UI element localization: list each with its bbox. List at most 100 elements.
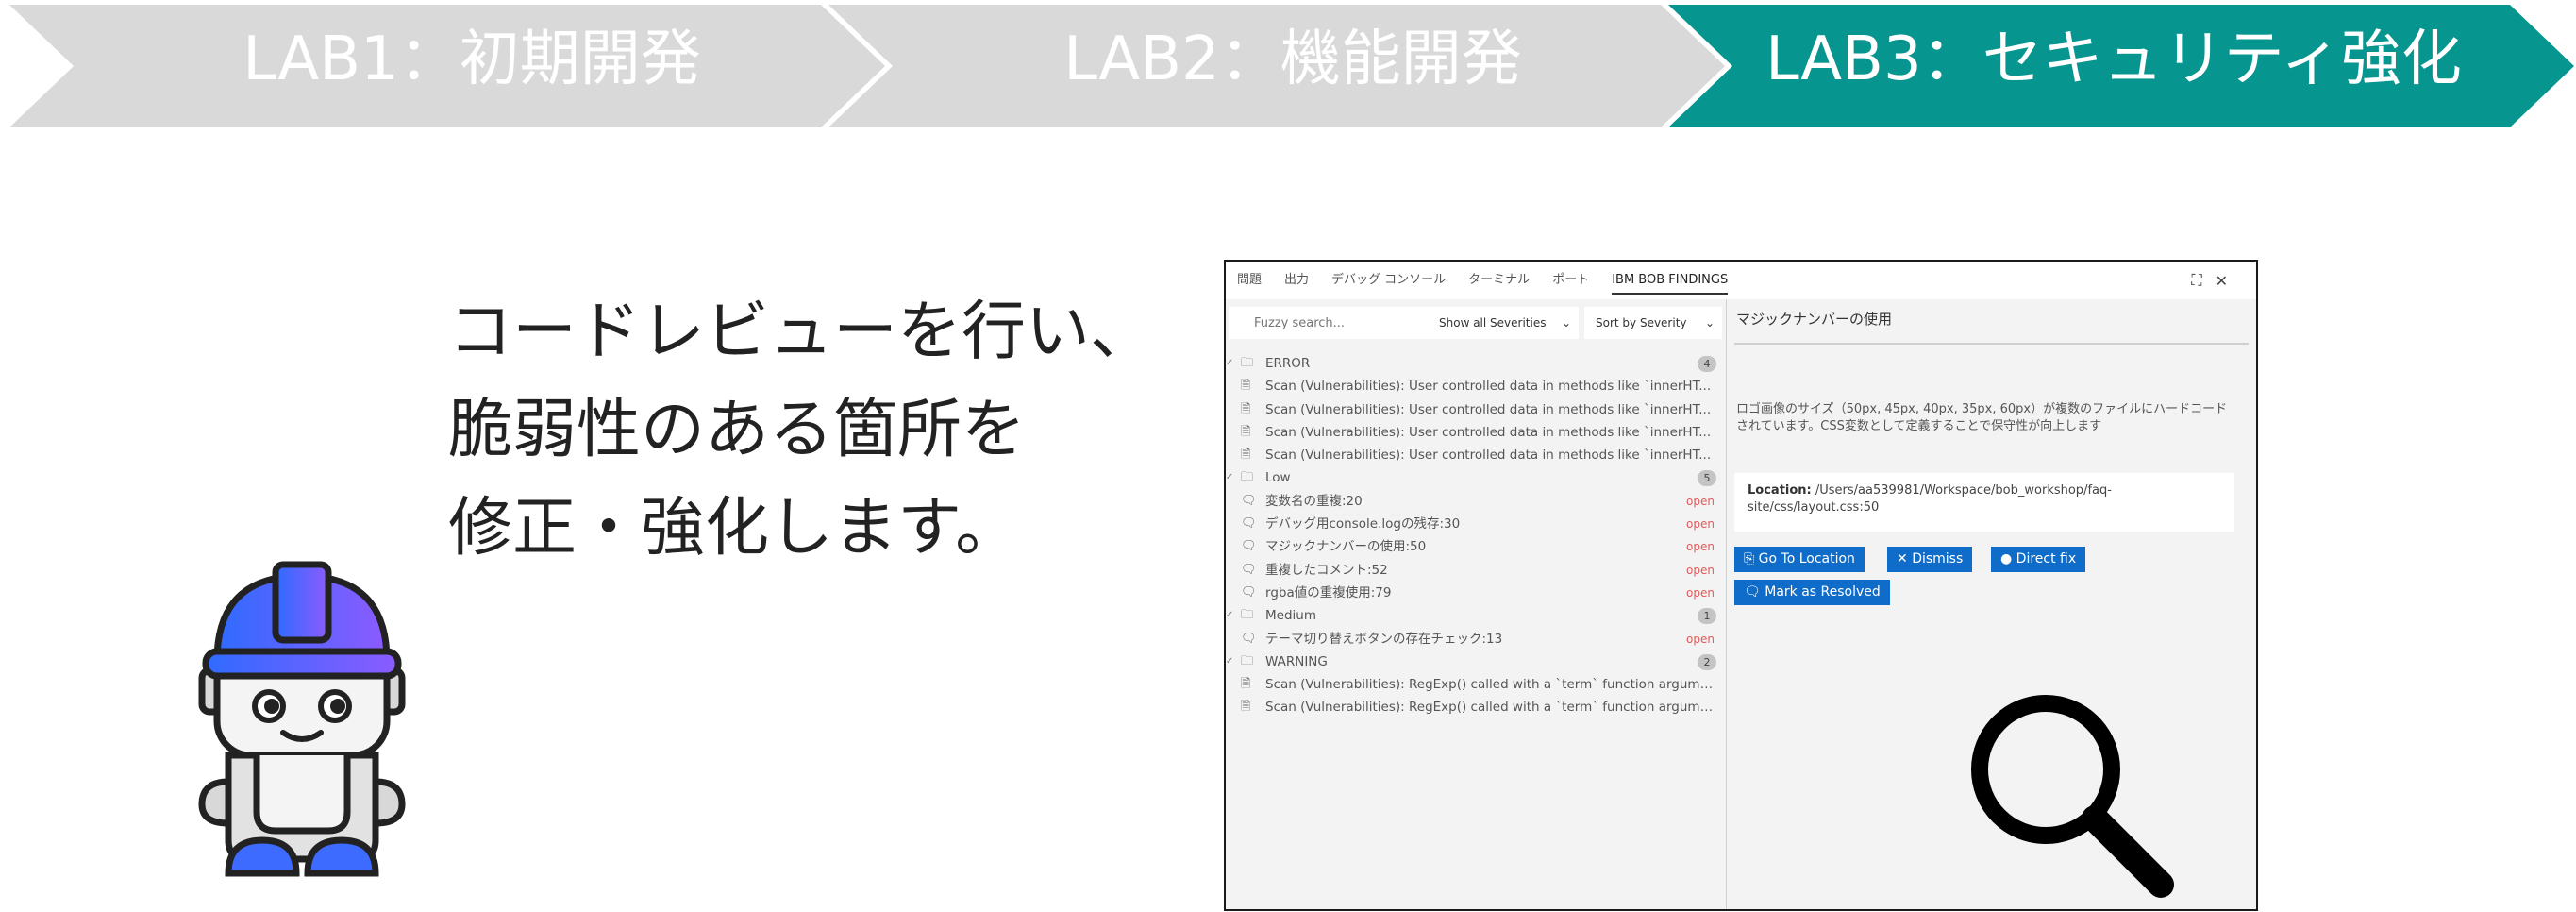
finding-item[interactable]: 🗨 デバッグ用console.logの残存:30 open <box>1226 513 1726 535</box>
finding-item[interactable]: 🗎 Scan (Vulnerabilities): RegExp() calle… <box>1226 696 1726 718</box>
close-icon[interactable]: ✕ <box>2216 272 2228 290</box>
robot-mascot-illustration <box>198 561 406 877</box>
tab-problems[interactable]: 問題 <box>1226 262 1273 299</box>
finding-location-box: Location: /Users/aa539981/Workspace/bob_… <box>1734 473 2234 532</box>
chevron-down-icon: ✓ <box>1226 358 1234 368</box>
group-warning[interactable]: ✓ 🗀 WARNING 2 <box>1226 650 1726 673</box>
findings-filters: ⚲ Show all Severities ⌄ Sort by Severity… <box>1226 307 1726 339</box>
sort-filter-select[interactable]: Sort by Severity ⌄ <box>1584 307 1722 339</box>
finding-item[interactable]: 🗎 Scan (Vulnerabilities): User controlle… <box>1226 375 1726 397</box>
step-3-label: LAB3：セキュリティ強化 <box>1765 25 2462 94</box>
lab-steps-banner: LAB1：初期開発 LAB2：機能開発 LAB3：セキュリティ強化 <box>0 0 2576 132</box>
chevron-down-icon: ✓ <box>1226 655 1234 667</box>
tab-debug-console[interactable]: デバッグ コンソール <box>1320 262 1457 299</box>
intro-line-2: 脆弱性のある箇所を <box>448 393 1027 467</box>
step-1-label: LAB1：初期開発 <box>243 25 701 94</box>
comment-icon: 🗨 <box>1241 631 1257 646</box>
finding-item[interactable]: 🗎 Scan (Vulnerabilities): User controlle… <box>1226 421 1726 444</box>
group-medium[interactable]: ✓ 🗀 Medium 1 <box>1226 604 1726 627</box>
comment-icon: 🗨 <box>1241 584 1257 600</box>
group-label: Low <box>1265 470 1291 486</box>
mark-resolved-button[interactable]: 🗨 Mark as Resolved <box>1734 580 1890 605</box>
finding-detail-title: マジックナンバーの使用 <box>1736 311 1893 328</box>
finding-text: デバッグ用console.logの残存:30 <box>1265 516 1461 532</box>
file-scan-icon: 🗎 <box>1241 379 1251 394</box>
group-label: WARNING <box>1265 653 1328 669</box>
finding-text: Scan (Vulnerabilities): User controlled … <box>1265 379 1712 395</box>
tab-output[interactable]: 出力 <box>1273 262 1320 299</box>
finding-text: Scan (Vulnerabilities): User controlled … <box>1265 424 1712 440</box>
group-label: ERROR <box>1265 356 1311 371</box>
location-label: Location: <box>1748 483 1812 498</box>
group-low[interactable]: ✓ 🗀 Low 5 <box>1226 466 1726 489</box>
intro-line-1: コードレビューを行い、 <box>448 295 1155 369</box>
tab-terminal[interactable]: ターミナル <box>1457 262 1541 299</box>
status-open: open <box>1686 494 1715 508</box>
folder-icon: 🗀 <box>1241 470 1254 485</box>
tab-ibm-bob-findings-label: IBM BOB FINDINGS <box>1612 273 1729 295</box>
comment-icon: 🗨 <box>1241 539 1257 554</box>
group-count-badge: 4 <box>1698 356 1716 372</box>
tab-ibm-bob-findings[interactable]: IBM BOB FINDINGS <box>1600 262 1739 299</box>
folder-icon: 🗀 <box>1241 653 1254 668</box>
go-to-location-label: Go To Location <box>1758 551 1855 566</box>
finding-text: 変数名の重複:20 <box>1265 493 1363 509</box>
group-count-badge: 1 <box>1698 608 1716 625</box>
maximize-icon[interactable]: ⛶ <box>2191 271 2201 290</box>
status-open: open <box>1686 563 1715 577</box>
finding-item[interactable]: 🗨 rgba値の重複使用:79 open <box>1226 582 1726 604</box>
chevron-down-icon: ✓ <box>1226 472 1234 483</box>
chevron-down-icon: ⌄ <box>1704 316 1715 329</box>
finding-item[interactable]: 🗨 マジックナンバーの使用:50 open <box>1226 535 1726 558</box>
findings-tree: ✓ 🗀 ERROR 4 🗎 Scan (Vulnerabilities): Us… <box>1226 352 1726 719</box>
finding-item[interactable]: 🗨 変数名の重複:20 open <box>1226 490 1726 513</box>
group-count-badge: 2 <box>1698 653 1716 670</box>
folder-icon: 🗀 <box>1241 356 1254 370</box>
finding-item[interactable]: 🗎 Scan (Vulnerabilities): User controlle… <box>1226 398 1726 421</box>
direct-fix-button[interactable]: ● Direct fix <box>1991 547 2086 572</box>
finding-item[interactable]: 🗎 Scan (Vulnerabilities): RegExp() calle… <box>1226 673 1726 696</box>
comment-icon: 🗨 <box>1744 584 1765 600</box>
group-label: Medium <box>1265 608 1316 624</box>
severity-filter-select[interactable]: Show all Severities ⌄ <box>1428 307 1579 339</box>
finding-item[interactable]: 🗎 Scan (Vulnerabilities): User controlle… <box>1226 444 1726 466</box>
tab-ports[interactable]: ポート <box>1541 262 1600 299</box>
findings-list-pane: ⚲ Show all Severities ⌄ Sort by Severity… <box>1226 299 1727 909</box>
file-scan-icon: 🗎 <box>1241 401 1251 416</box>
finding-item[interactable]: 🗨 重複したコメント:52 open <box>1226 559 1726 582</box>
intro-text: コードレビューを行い、 脆弱性のある箇所を 修正・強化します。 <box>448 283 1184 578</box>
wrench-icon: ● <box>2000 551 2016 566</box>
finding-detail-description: ロゴ画像のサイズ（50px, 45px, 40px, 35px, 60px）が複… <box>1736 402 2228 433</box>
finding-text: テーマ切り替えボタンの存在チェック:13 <box>1265 631 1503 647</box>
close-icon: ✕ <box>1897 551 1913 566</box>
sort-filter-value: Sort by Severity <box>1596 316 1687 329</box>
file-scan-icon: 🗎 <box>1241 700 1251 715</box>
comment-icon: 🗨 <box>1241 516 1257 532</box>
dismiss-button[interactable]: ✕ Dismiss <box>1887 547 1973 572</box>
divider <box>1734 343 2249 345</box>
location-icon: ⎘ <box>1744 551 1759 566</box>
comment-icon: 🗨 <box>1241 562 1257 577</box>
folder-icon: 🗀 <box>1241 608 1254 623</box>
panel-actions: ⛶ ✕ <box>2191 262 2228 299</box>
finding-text: Scan (Vulnerabilities): User controlled … <box>1265 401 1712 417</box>
status-open: open <box>1686 632 1715 646</box>
finding-text: Scan (Vulnerabilities): RegExp() called … <box>1265 677 1718 693</box>
go-to-location-button[interactable]: ⎘ Go To Location <box>1734 547 1865 572</box>
finding-text: Scan (Vulnerabilities): RegExp() called … <box>1265 700 1718 716</box>
status-open: open <box>1686 585 1715 600</box>
file-scan-icon: 🗎 <box>1241 448 1251 463</box>
file-scan-icon: 🗎 <box>1241 677 1251 692</box>
finding-text: マジックナンバーの使用:50 <box>1265 539 1427 555</box>
direct-fix-label: Direct fix <box>2016 551 2077 566</box>
mark-resolved-label: Mark as Resolved <box>1765 584 1881 600</box>
finding-text: 重複したコメント:52 <box>1265 562 1388 578</box>
dismiss-label: Dismiss <box>1912 551 1964 566</box>
finding-item[interactable]: 🗨 テーマ切り替えボタンの存在チェック:13 open <box>1226 628 1726 650</box>
finding-text: Scan (Vulnerabilities): User controlled … <box>1265 448 1712 464</box>
chevron-down-icon: ⌄ <box>1561 316 1571 329</box>
step-2-label: LAB2：機能開発 <box>1063 25 1522 94</box>
group-error[interactable]: ✓ 🗀 ERROR 4 <box>1226 352 1726 375</box>
magnifier-icon <box>1971 695 2174 898</box>
panel-tab-bar: 問題 出力 デバッグ コンソール ターミナル ポート IBM BOB FINDI… <box>1226 262 2256 299</box>
